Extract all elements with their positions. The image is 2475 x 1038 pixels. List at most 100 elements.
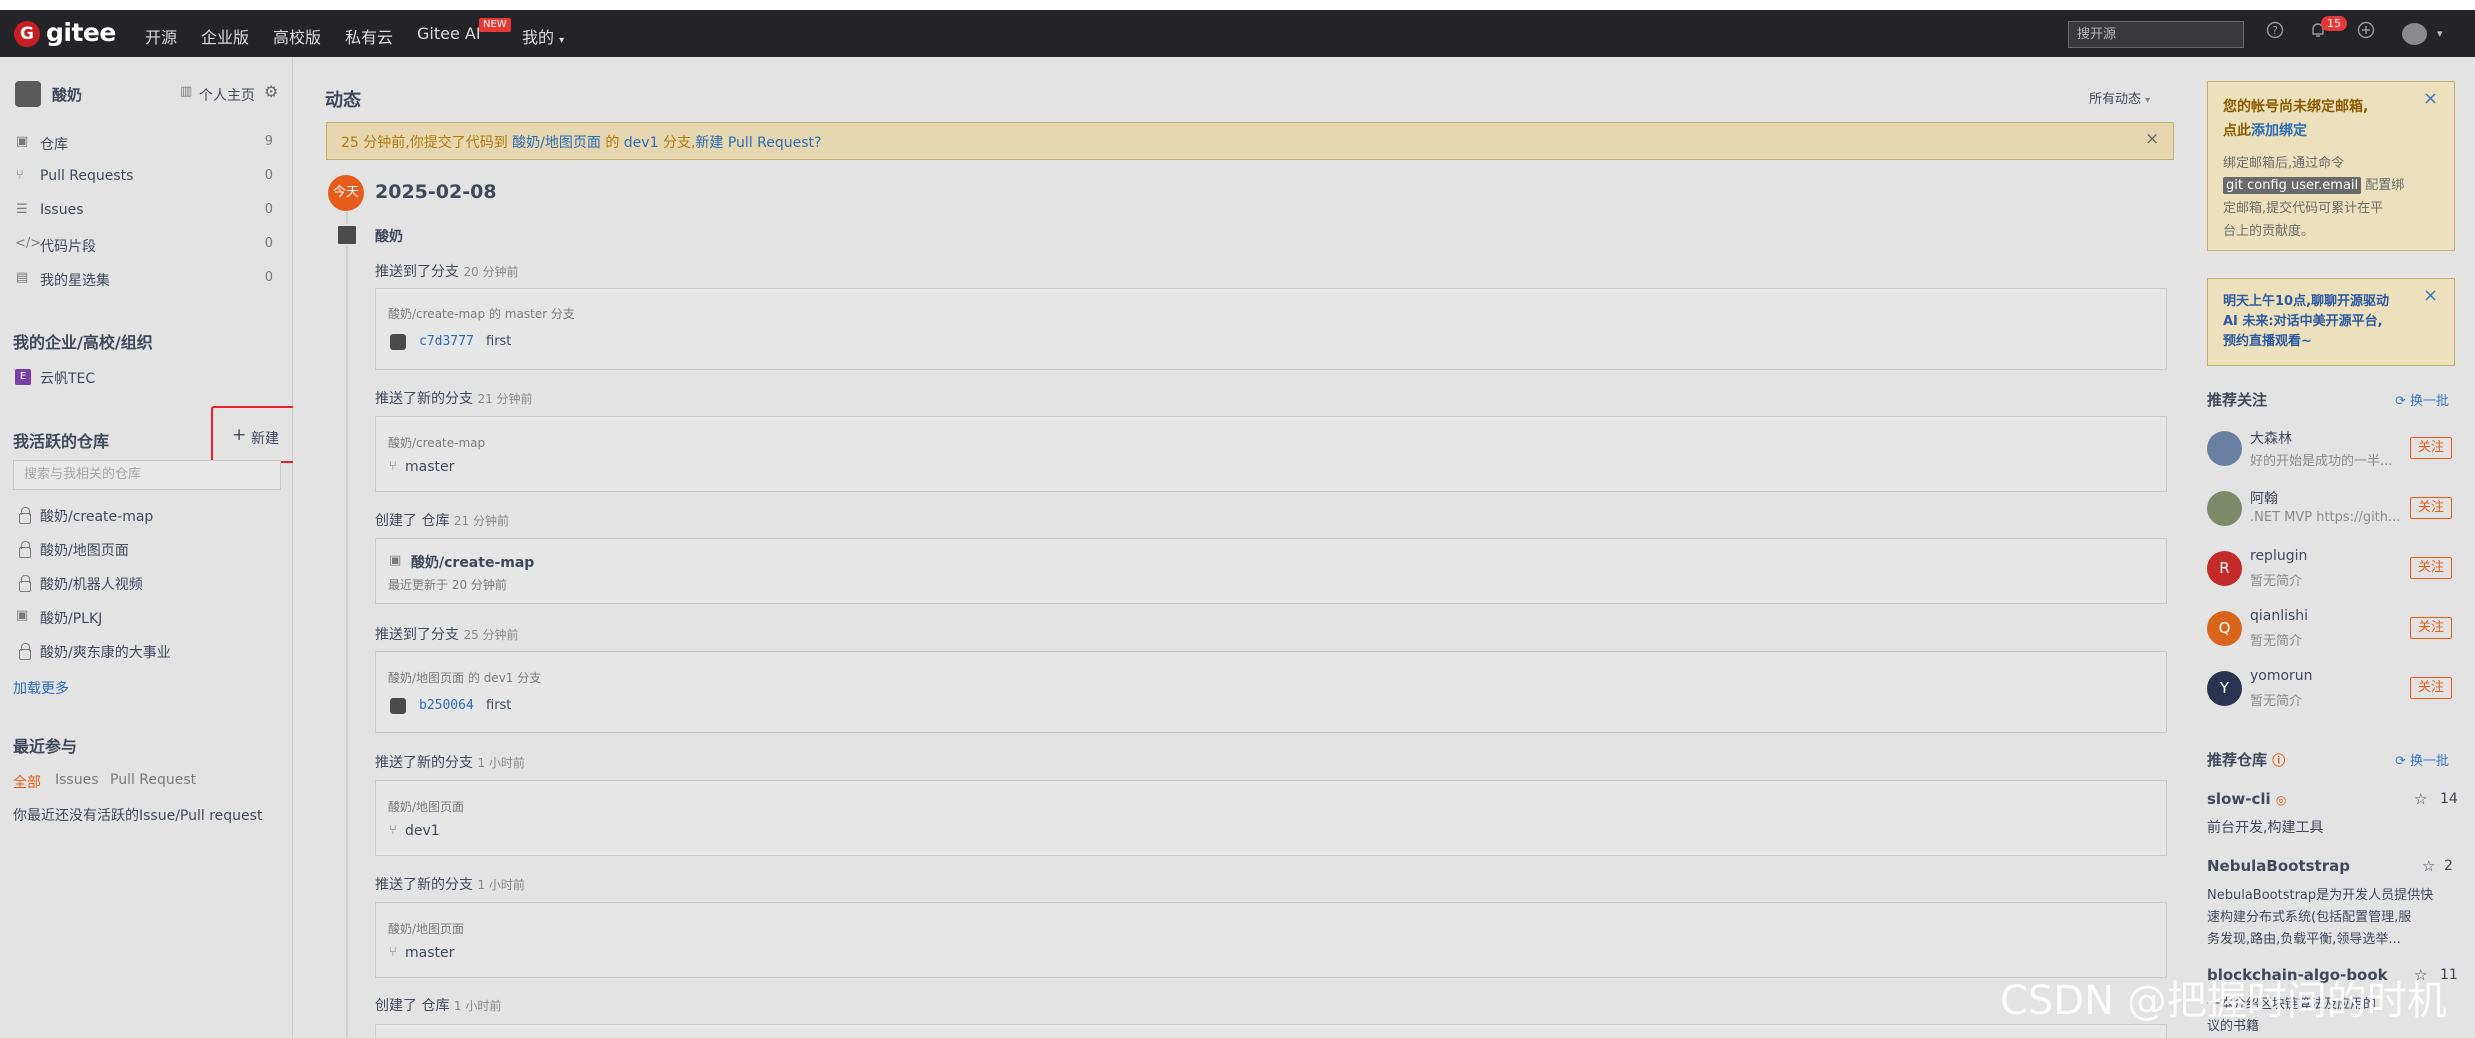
event-repo-link[interactable]: 酸奶/create-map <box>388 434 485 451</box>
sidebar-item-snippets[interactable]: 代码片段 <box>40 236 96 256</box>
star-icon[interactable]: ☆ <box>2422 857 2435 875</box>
event-banner-line-3[interactable]: 预约直播观看~ <box>2223 330 2312 349</box>
email-notice-body-2-text: 配置绑 <box>2365 178 2405 193</box>
user-avatar[interactable] <box>2207 431 2242 466</box>
commit-hash-link[interactable]: b250064 <box>419 698 474 713</box>
collection-icon: ▤ <box>16 270 29 285</box>
follow-button[interactable]: 关注 <box>2410 617 2452 639</box>
sidebar-item-star-collections[interactable]: 我的星选集 <box>40 270 110 290</box>
refresh-label: 换一批 <box>2410 394 2450 409</box>
help-icon[interactable]: ? <box>2266 21 2284 44</box>
refresh-repos-button[interactable]: ⟳ 换一批 <box>2395 750 2449 769</box>
notice-repo-link[interactable]: 酸奶/地图页面 <box>512 135 601 151</box>
event-banner-line-1[interactable]: 明天上午10点,聊聊开源驱动 <box>2223 290 2389 309</box>
event-repo-link[interactable]: 酸奶/create-map <box>388 307 485 321</box>
sidebar-item-repos[interactable]: 仓库 <box>40 134 68 154</box>
event-banner-line-2[interactable]: AI 未来:对话中美开源平台, <box>2223 310 2383 329</box>
feed-filter-dropdown[interactable]: 所有动态 ▾ <box>2089 88 2150 107</box>
follow-button[interactable]: 关注 <box>2410 677 2452 699</box>
new-pull-request-link[interactable]: 新建 Pull Request? <box>695 135 821 151</box>
user-avatar[interactable]: Q <box>2207 611 2242 646</box>
user-avatar[interactable]: R <box>2207 551 2242 586</box>
pull-requests-count: 0 <box>264 168 273 183</box>
gitee-logo-text[interactable]: gitee <box>46 18 116 47</box>
homepage-link[interactable]: 个人主页 <box>199 85 255 105</box>
nav-link-gitee-ai[interactable]: Gitee AI <box>417 24 481 43</box>
repo-search-input[interactable]: 搜索与我相关的仓库 <box>13 460 281 490</box>
new-repo-button[interactable]: 新建 <box>251 428 279 448</box>
gitee-logo-icon[interactable]: G <box>14 21 40 47</box>
user-avatar[interactable] <box>2402 23 2427 45</box>
star-icon[interactable]: ☆ <box>2414 790 2427 808</box>
recent-tab-issues[interactable]: Issues <box>55 772 99 788</box>
sidebar-username[interactable]: 酸奶 <box>52 84 82 105</box>
active-repo-link[interactable]: 酸奶/地图页面 <box>40 540 129 560</box>
user-desc: 好的开始是成功的一半... <box>2250 454 2393 469</box>
event-action-label: 推送了新的分支 <box>375 755 473 771</box>
refresh-label: 换一批 <box>2410 754 2450 769</box>
recent-tab-all[interactable]: 全部 <box>13 772 41 792</box>
help-icon[interactable]: ⓘ <box>2272 754 2285 769</box>
event-action: 创建了 仓库 21 分钟前 <box>375 510 509 530</box>
user-avatar[interactable] <box>336 224 358 246</box>
recent-tab-pull-request[interactable]: Pull Request <box>110 772 196 788</box>
event-repo-link[interactable]: 酸奶/地图页面 <box>388 798 464 815</box>
branch-name[interactable]: dev1 <box>405 823 440 839</box>
user-name[interactable]: yomorun <box>2250 668 2313 684</box>
created-repo-link[interactable]: 酸奶/create-map <box>411 552 534 572</box>
sidebar-item-pull-requests[interactable]: Pull Requests <box>40 168 133 184</box>
add-email-link[interactable]: 添加绑定 <box>2251 123 2307 139</box>
active-repo-link[interactable]: 酸奶/create-map <box>40 506 153 526</box>
active-repo-link[interactable]: 酸奶/PLKJ <box>40 608 102 628</box>
add-icon[interactable] <box>2357 21 2375 44</box>
user-name[interactable]: replugin <box>2250 548 2307 564</box>
close-icon[interactable]: × <box>2423 285 2438 306</box>
user-avatar[interactable]: Y <box>2207 671 2242 706</box>
follow-button[interactable]: 关注 <box>2410 437 2452 459</box>
email-notice-title-1: 您的帐号尚未绑定邮箱, <box>2223 99 2369 115</box>
user-name[interactable]: 大森林 <box>2250 428 2292 448</box>
user-avatar <box>390 334 406 350</box>
nav-link-mine[interactable]: 我的 ▾ <box>522 24 564 48</box>
follow-button[interactable]: 关注 <box>2410 557 2452 579</box>
event-action-label: 推送到了分支 <box>375 264 459 280</box>
notice-branch-link[interactable]: dev1 <box>624 135 659 151</box>
nav-link-enterprise[interactable]: 企业版 <box>201 24 249 48</box>
refresh-users-button[interactable]: ⟳ 换一批 <box>2395 390 2449 409</box>
close-icon[interactable]: × <box>2423 88 2438 109</box>
org-icon: E <box>15 369 31 385</box>
recommended-repo-name[interactable]: slow-cli ◎ <box>2207 790 2286 808</box>
active-repo-link[interactable]: 酸奶/爽东康的大事业 <box>40 642 171 662</box>
plus-icon[interactable]: + <box>232 425 246 445</box>
nav-search-input[interactable]: 搜开源 <box>2068 21 2244 48</box>
branch-name[interactable]: master <box>405 459 454 475</box>
user-avatar[interactable] <box>15 81 41 107</box>
event-action-label: 推送了新的分支 <box>375 391 473 407</box>
user-name[interactable]: 阿翰 <box>2250 488 2278 508</box>
close-icon[interactable]: × <box>2145 129 2159 149</box>
event-card <box>375 780 2167 856</box>
active-repo-link[interactable]: 酸奶/机器人视频 <box>40 574 143 594</box>
gear-icon[interactable]: ⚙ <box>264 82 278 101</box>
user-name[interactable]: qianlishi <box>2250 608 2308 624</box>
feed-filter-label: 所有动态 <box>2089 92 2142 107</box>
nav-link-private-cloud[interactable]: 私有云 <box>345 24 393 48</box>
recent-empty-text: 你最近还没有活跃的Issue/Pull request <box>13 808 263 824</box>
load-more-link[interactable]: 加载更多 <box>13 678 69 698</box>
commit-hash-link[interactable]: c7d3777 <box>419 334 474 349</box>
user-avatar[interactable] <box>2207 491 2242 526</box>
org-item[interactable]: 云帆TEC <box>40 368 95 388</box>
nav-link-open-source[interactable]: 开源 <box>145 24 177 48</box>
chevron-down-icon[interactable]: ▾ <box>2437 27 2443 40</box>
event-action-label: 推送了新的分支 <box>375 877 473 893</box>
follow-button[interactable]: 关注 <box>2410 497 2452 519</box>
recommended-repo-name[interactable]: NebulaBootstrap <box>2207 857 2350 875</box>
nav-link-education[interactable]: 高校版 <box>273 24 321 48</box>
feed-user[interactable]: 酸奶 <box>375 226 403 246</box>
branch-name[interactable]: master <box>405 945 454 961</box>
event-repo-link[interactable]: 酸奶/地图页面 <box>388 920 464 937</box>
code-icon: </> <box>15 236 42 251</box>
sidebar-item-issues[interactable]: Issues <box>40 202 84 218</box>
event-repo-link[interactable]: 酸奶/地图页面 <box>388 671 464 685</box>
email-notice-body-2: git config user.email 配置绑 <box>2223 174 2405 194</box>
